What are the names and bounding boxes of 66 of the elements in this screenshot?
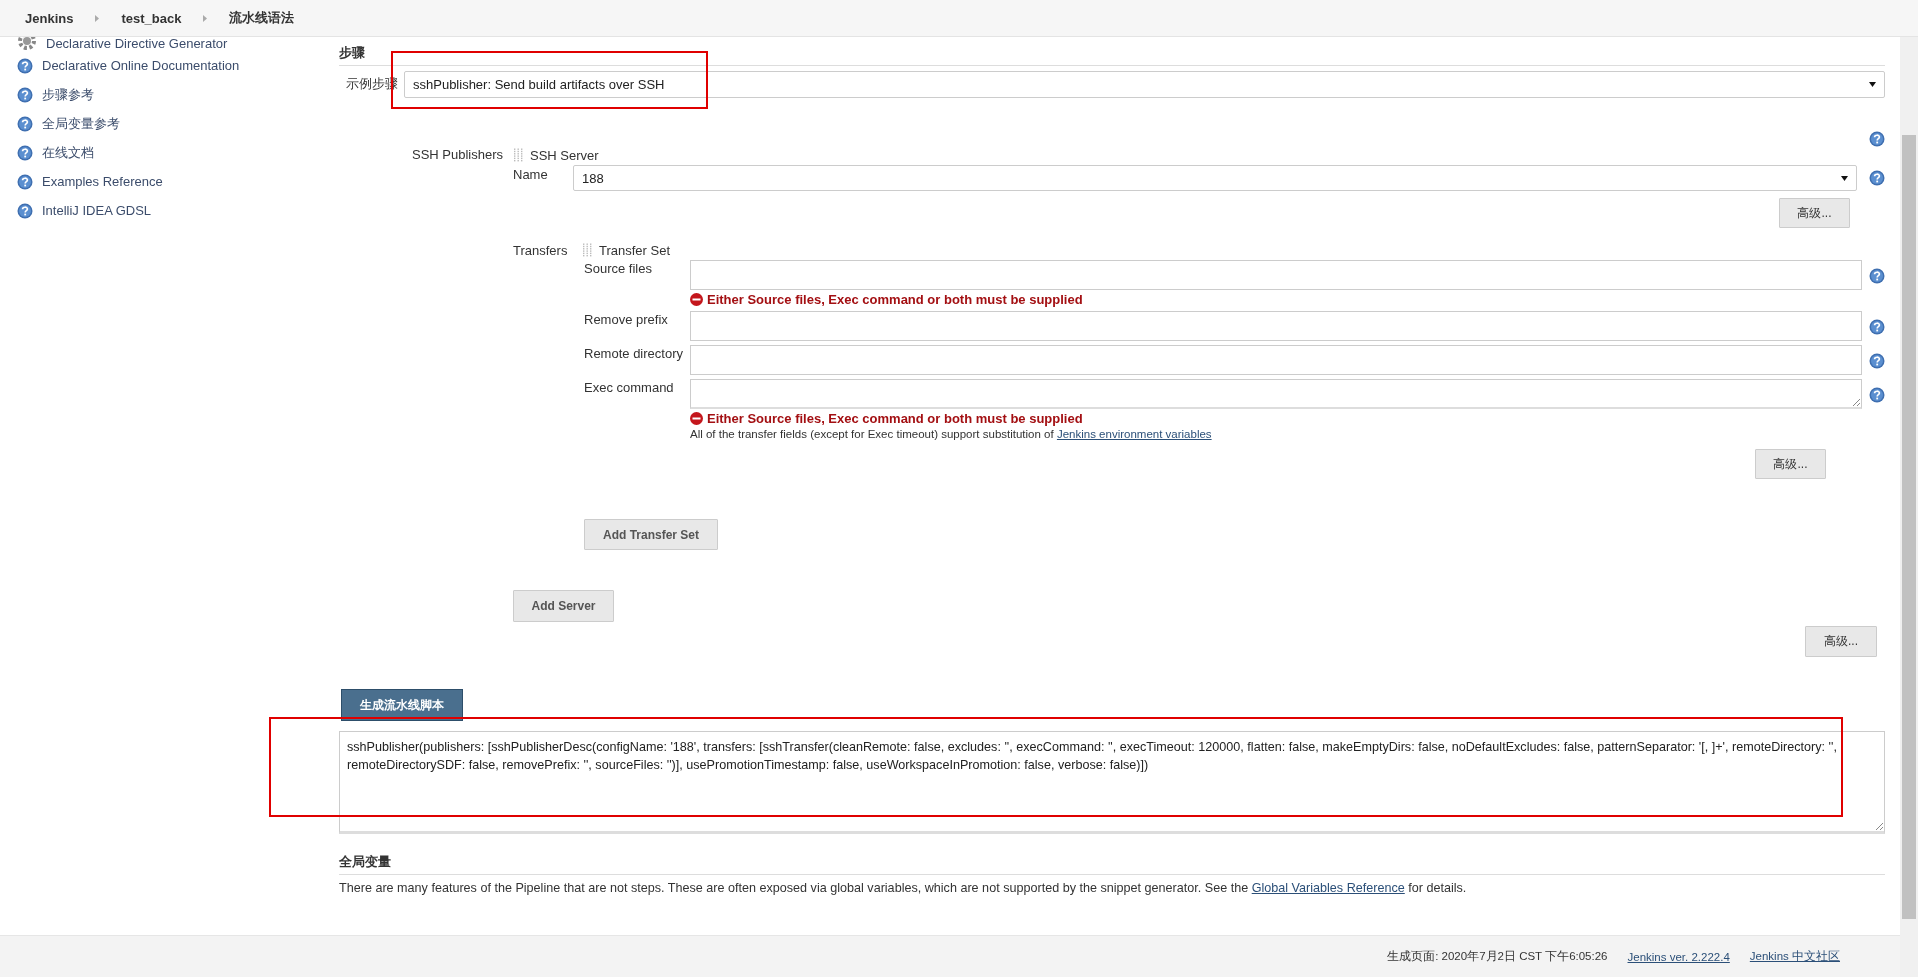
- help-text: All of the transfer fields (except for Exec timeout) support substitution of Jenkins environment variables: [690, 428, 1213, 440]
- chevron-icon: [203, 14, 208, 22]
- breadcrumb-link[interactable]: Jenkins: [25, 10, 74, 26]
- help-icon[interactable]: [17, 86, 33, 103]
- add-transfer-set-button[interactable]: Add Transfer Set: [584, 519, 718, 550]
- help-icon[interactable]: [1869, 170, 1885, 186]
- global-variables-link[interactable]: Global Variables Reference: [1251, 881, 1405, 895]
- sidebar-link[interactable]: IntelliJ IDEA GDSL: [42, 203, 152, 218]
- advanced-button[interactable]: 高级...: [1805, 626, 1877, 657]
- advanced-button[interactable]: 高级...: [1755, 449, 1826, 479]
- help-icon[interactable]: [17, 173, 33, 190]
- help-icon[interactable]: [17, 57, 33, 74]
- resize-grip-icon[interactable]: [1852, 398, 1860, 406]
- help-icon[interactable]: [1869, 268, 1885, 284]
- help-icon[interactable]: [1869, 387, 1885, 403]
- error-icon: [690, 293, 703, 306]
- error-message: Either Source files, Exec command or both must be supplied: [707, 411, 1083, 426]
- scrollbar[interactable]: [1900, 37, 1918, 977]
- dropdown-arrow-icon: [1869, 82, 1876, 87]
- generated-timestamp: 生成页面: 2020年7月2日 CST 下午6:05:26: [1387, 949, 1608, 964]
- help-icon[interactable]: [17, 115, 33, 132]
- error-message: Either Source files, Exec command or both must be supplied: [707, 292, 1083, 307]
- section-heading: 全局变量: [339, 846, 1885, 875]
- sidebar-link[interactable]: 步骤参考: [42, 85, 94, 104]
- environment-variables-link[interactable]: Jenkins environment variables: [1056, 428, 1212, 440]
- drag-handle-icon[interactable]: [582, 243, 592, 257]
- advanced-button[interactable]: 高级...: [1779, 198, 1850, 228]
- field-label: Remove prefix: [584, 311, 669, 327]
- field-label: SSH Publishers: [412, 147, 505, 164]
- field-label: Remote directory: [584, 345, 684, 361]
- step-dropdown[interactable]: sshPublisher: Send build artifacts over SSH: [404, 71, 1885, 98]
- drag-handle-icon[interactable]: [513, 148, 523, 162]
- error-icon: [690, 412, 703, 425]
- sidebar-link[interactable]: 在线文档: [42, 143, 94, 162]
- chevron-icon: [95, 14, 100, 22]
- description-text: There are many features of the Pipeline that are not steps. These are often exposed via global variables, which are not supported by the snippet generator. See the Global Variables Reference for details.: [339, 881, 1468, 895]
- server-name-dropdown[interactable]: 188: [573, 165, 1857, 191]
- text-field[interactable]: [690, 345, 1862, 375]
- text-field[interactable]: [690, 260, 1862, 290]
- field-label: Transfers: [513, 242, 569, 258]
- breadcrumb-link[interactable]: test_back: [121, 10, 182, 26]
- add-server-button[interactable]: Add Server: [513, 590, 614, 622]
- help-icon[interactable]: [17, 202, 33, 219]
- help-icon[interactable]: [1869, 131, 1885, 147]
- text-field[interactable]: [690, 311, 1862, 341]
- help-icon[interactable]: [1869, 319, 1885, 335]
- breadcrumb-link[interactable]: 流水线语法: [229, 9, 295, 27]
- field-label: Name: [513, 166, 549, 182]
- gear-icon: [17, 37, 37, 51]
- help-icon[interactable]: [1869, 353, 1885, 369]
- field-label: Exec command: [584, 379, 675, 395]
- dropdown-arrow-icon: [1841, 175, 1848, 181]
- version-link[interactable]: Jenkins ver. 2.222.4: [1627, 950, 1730, 963]
- community-link[interactable]: Jenkins 中文社区: [1749, 949, 1840, 964]
- sidebar-link[interactable]: 全局变量参考: [42, 114, 120, 133]
- help-icon[interactable]: [17, 144, 33, 161]
- sidebar-link[interactable]: Declarative Directive Generator: [46, 37, 228, 51]
- resize-grip-icon[interactable]: [1875, 822, 1883, 830]
- section-heading: 步骤: [339, 37, 1885, 66]
- sidebar-link[interactable]: Declarative Online Documentation: [42, 58, 240, 73]
- field-label: Source files: [584, 260, 653, 276]
- sidebar-link[interactable]: Examples Reference: [42, 174, 163, 189]
- generate-script-button[interactable]: 生成流水线脚本: [341, 689, 463, 721]
- block-title: SSH Server: [530, 147, 599, 163]
- block-title: Transfer Set: [599, 242, 671, 258]
- script-output[interactable]: sshPublisher(publishers: [sshPublisherDesc(configName: '188', transfers: [sshTransfer(cleanRemote: false, excludes: '', execCommand: '', execTimeout: 120000, flatten: false, makeEmptyDirs: false, noDefaultExcludes: false, patternSeparator: '[, ]+', remoteDirectory: '', remoteDirectorySDF: false, removePrefix: '', sourceFiles: '')], usePromotionTimestamp: false, useWorkspaceInPromotion: false, verbose: false)]): [339, 731, 1885, 834]
